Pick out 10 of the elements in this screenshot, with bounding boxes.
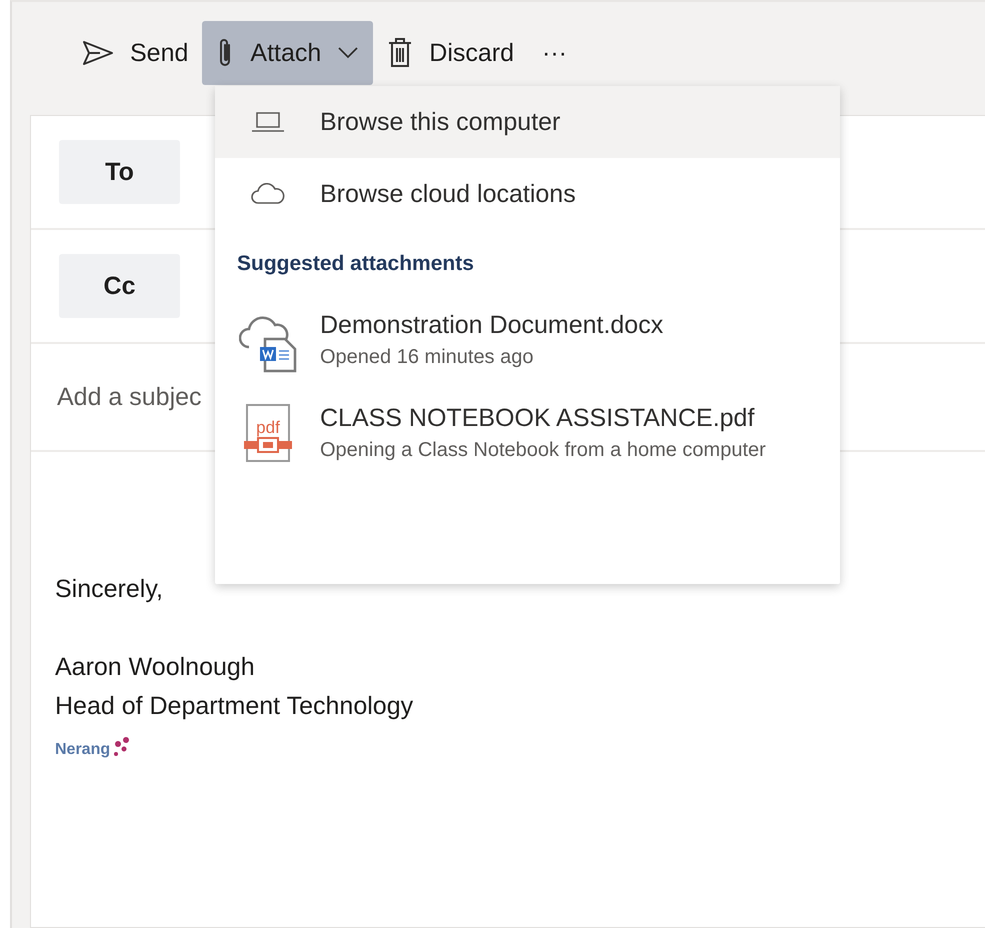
file-detail: Opening a Class Notebook from a home computer [320,439,766,462]
school-logo: Nerang [55,732,985,766]
file-name: Demonstration Document.docx [320,311,664,340]
signature-title: Head of Department Technology [55,691,414,722]
signature-name: Aaron Woolnough [55,652,256,683]
file-detail: Opened 16 minutes ago [320,346,534,369]
pdf-document-icon: pdf [242,403,292,463]
closing-text: Sincerely, [55,574,164,605]
section-heading: Suggested attachments [236,251,475,277]
file-name: CLASS NOTEBOOK ASSISTANCE.pdf [320,404,756,433]
